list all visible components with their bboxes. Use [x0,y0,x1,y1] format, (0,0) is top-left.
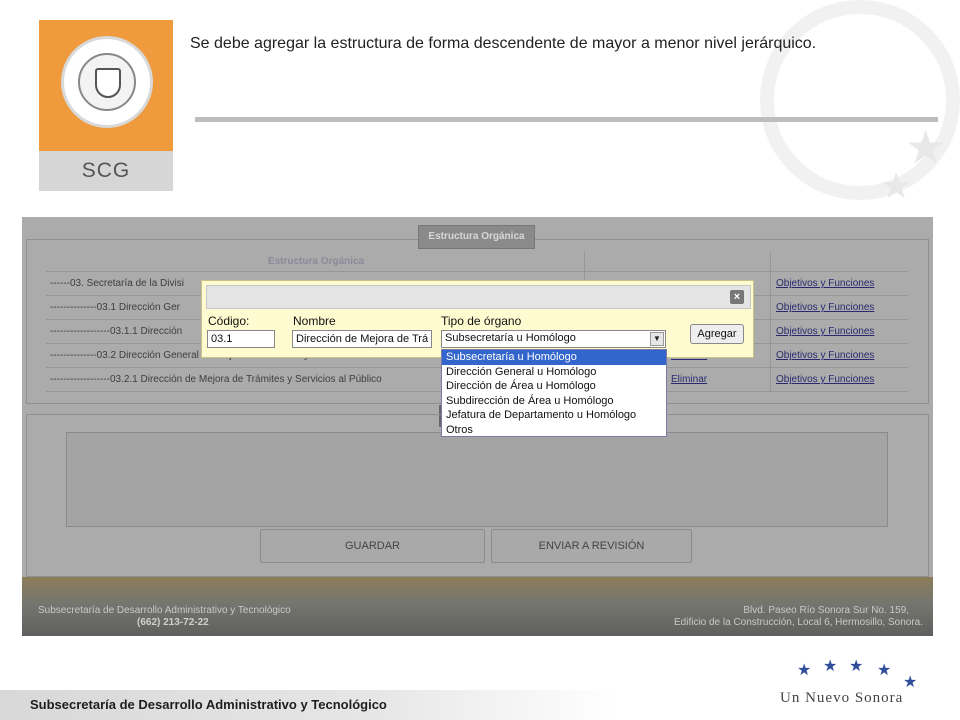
footer-org: Subsecretaría de Desarrollo Administrati… [38,605,291,616]
name-input[interactable] [292,330,432,348]
objectives-link[interactable]: Objetivos y Funciones [776,272,874,296]
star-icon: ★ [797,662,812,679]
objectives-link[interactable]: Objetivos y Funciones [776,296,874,320]
type-option[interactable]: Subdirección de Área u Homólogo [442,394,666,409]
type-options-list: Subsecretaría u Homólogo Dirección Gener… [441,349,667,437]
footer-address-1: Blvd. Paseo Río Sonora Sur No. 159, [743,605,909,616]
type-option[interactable]: Subsecretaría u Homólogo [442,350,666,365]
star-icon: ★ [823,658,838,675]
add-button[interactable]: Agregar [690,324,744,344]
slide-footer-title: Subsecretaría de Desarrollo Administrati… [30,697,387,712]
star-icon: ★ [903,674,918,691]
send-review-button[interactable]: ENVIAR A REVISIÓN [491,529,692,563]
scg-label: SCG [81,159,131,182]
scg-label-band: SCG [39,151,173,191]
brand-name: Un Nuevo Sonora [780,690,904,706]
name-label: Nombre [293,314,336,328]
seal-icon [61,36,153,128]
table-header-title: Estructura Orgánica [267,256,365,267]
star-icon: ★ [877,662,892,679]
app-footer: Subsecretaría de Desarrollo Administrati… [22,577,933,636]
footer-address-2: Edificio de la Construcción, Local 6, He… [673,617,923,628]
footer-phone: (662) 213-72-22 [137,617,209,628]
add-structure-dialog: × Código: Nombre Tipo de órgano Subsecre… [201,280,754,358]
slide-instruction: Se debe agregar la estructura de forma d… [190,35,817,52]
row-name: ------------------03.2.1 Dirección de Me… [50,374,382,385]
scg-logo: SCG [39,20,173,191]
row-name: --------------03.1 Dirección Ger [50,302,180,313]
delete-link[interactable]: Eliminar [671,368,707,392]
objectives-link[interactable]: Objetivos y Funciones [776,320,874,344]
dialog-titlebar: × [206,285,751,309]
code-label: Código: [208,314,250,328]
save-button[interactable]: GUARDAR [260,529,485,563]
divider [195,117,938,122]
row-name: ------03. Secretaría de la Divisi [50,278,184,289]
type-option[interactable]: Jefatura de Departamento u Homólogo [442,408,666,423]
chevron-down-icon[interactable]: ▼ [650,332,664,346]
objectives-link[interactable]: Objetivos y Funciones [776,368,874,392]
star-icon: ★ [849,658,864,675]
type-option[interactable]: Dirección General u Homólogo [442,365,666,380]
shield-icon [95,68,121,98]
table-header: Estructura Orgánica [46,252,908,272]
watermark-star-icon: ★ [880,165,913,206]
type-select[interactable]: Subsecretaría u Homólogo ▼ [441,330,666,348]
comments-textarea[interactable] [66,432,888,527]
type-option[interactable]: Dirección de Área u Homólogo [442,379,666,394]
type-select-value: Subsecretaría u Homólogo [445,332,576,344]
seal-inner [78,53,136,111]
tab-estructura-organica[interactable]: Estructura Orgánica [418,225,535,249]
close-icon[interactable]: × [730,290,744,304]
objectives-link[interactable]: Objetivos y Funciones [776,344,874,368]
type-option[interactable]: Otros [442,423,666,438]
type-label: Tipo de órgano [441,314,522,328]
row-name: ------------------03.1.1 Dirección [50,326,183,337]
code-input[interactable] [207,330,275,348]
